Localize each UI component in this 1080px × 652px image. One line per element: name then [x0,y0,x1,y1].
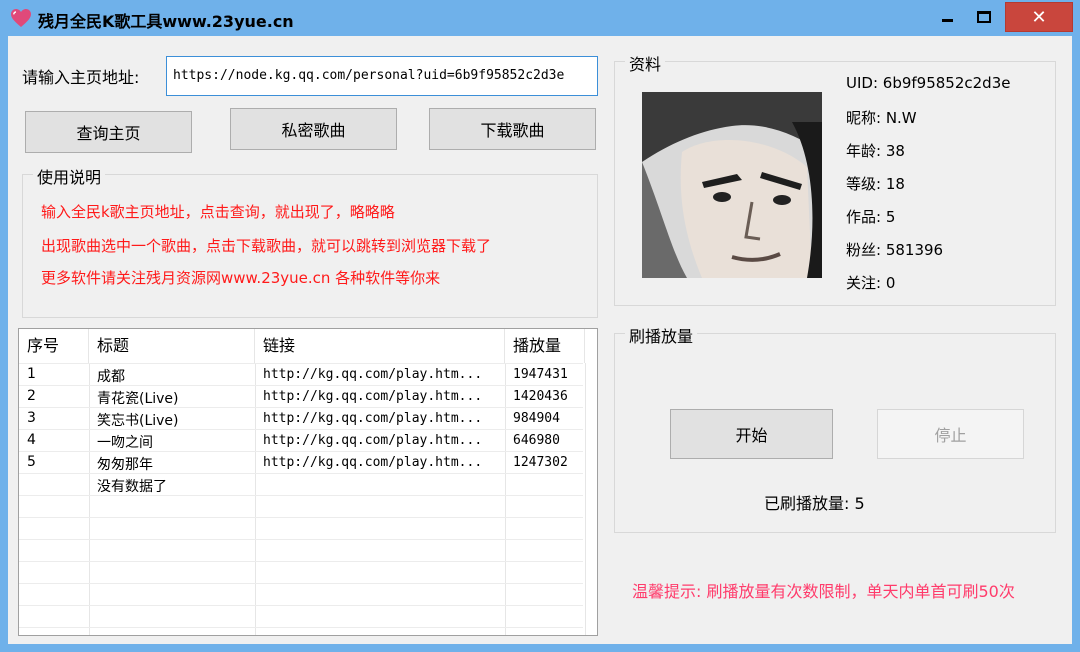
start-button[interactable]: 开始 [670,409,833,459]
row-divider [19,363,583,364]
table-cell-title[interactable]: 成都 [89,366,255,386]
table-cell-plays[interactable]: 1947431 [505,367,585,382]
download-button[interactable]: 下载歌曲 [429,108,596,150]
client-area: 请输入主页地址: https://node.kg.qq.com/personal… [8,36,1072,644]
stop-button[interactable]: 停止 [877,409,1024,459]
column-divider [585,363,586,635]
table-cell-title[interactable]: 一吻之间 [89,432,255,452]
row-divider [19,539,583,540]
row-divider [19,561,583,562]
profile-age: 年龄: 38 [846,142,905,160]
heart-icon [11,9,31,27]
row-divider [19,605,583,606]
instructions-title: 使用说明 [33,164,106,188]
profile-title: 资料 [625,51,666,75]
minimize-icon [941,18,953,22]
profile-nickname: 昵称: N.W [846,109,917,127]
table-cell-title[interactable]: 青花瓷(Live) [89,388,255,408]
url-label: 请输入主页地址: [22,68,140,87]
profile-fans: 粉丝: 581396 [846,241,944,259]
avatar [642,92,822,278]
profile-follow: 关注: 0 [846,274,896,292]
window-title: 残月全民K歌工具www.23yue.cn [38,12,294,31]
instruction-line: 输入全民k歌主页地址，点击查询，就出现了，略略略 [41,203,395,221]
boost-count: 已刷播放量: 5 [764,494,865,513]
table-cell-index[interactable]: 3 [19,410,89,426]
maximize-button[interactable] [966,2,1002,32]
table-cell-title[interactable]: 笑忘书(Live) [89,410,255,430]
row-divider [19,627,583,628]
table-cell-link[interactable]: http://kg.qq.com/play.htm... [255,433,505,448]
table-cell-index[interactable]: 2 [19,388,89,404]
table-cell-title[interactable]: 匆匆那年 [89,454,255,474]
table-cell-plays[interactable]: 1247302 [505,455,585,470]
query-button[interactable]: 查询主页 [25,111,192,153]
table-cell-plays[interactable]: 646980 [505,433,585,448]
instruction-line: 更多软件请关注残月资源网www.23yue.cn 各种软件等你来 [41,269,441,287]
song-table[interactable]: 序号 标题 链接 播放量 1 成都 http://kg.qq.com/play.… [18,328,598,636]
instruction-line: 出现歌曲选中一个歌曲，点击下载歌曲，就可以跳转到浏览器下载了 [41,237,492,255]
profile-uid: UID: 6b9f95852c2d3e [846,74,1011,92]
close-icon: ✕ [1031,6,1047,28]
url-input[interactable]: https://node.kg.qq.com/personal?uid=6b9f… [166,56,598,96]
avatar-photo [642,92,822,278]
column-header-plays[interactable]: 播放量 [505,329,585,363]
column-header-index[interactable]: 序号 [19,329,89,363]
table-cell-link[interactable]: http://kg.qq.com/play.htm... [255,411,505,426]
minimize-button[interactable] [930,2,964,32]
app-window: 残月全民K歌工具www.23yue.cn ✕ 请输入主页地址: https://… [0,0,1080,652]
maximize-icon [977,11,991,23]
row-divider [19,517,583,518]
table-cell-link[interactable]: http://kg.qq.com/play.htm... [255,367,505,382]
column-header-title[interactable]: 标题 [89,329,255,363]
column-header-link[interactable]: 链接 [255,329,505,363]
profile-works: 作品: 5 [846,208,896,226]
boost-title: 刷播放量 [625,323,698,347]
table-cell-index[interactable]: 4 [19,432,89,448]
table-cell-plays[interactable]: 984904 [505,411,585,426]
row-divider [19,583,583,584]
table-cell-link[interactable]: http://kg.qq.com/play.htm... [255,389,505,404]
tip-text: 温馨提示: 刷播放量有次数限制，单天内单首可刷50次 [632,582,1015,601]
instructions-group: 使用说明 输入全民k歌主页地址，点击查询，就出现了，略略略 出现歌曲选中一个歌曲… [22,164,598,318]
private-songs-button[interactable]: 私密歌曲 [230,108,397,150]
close-button[interactable]: ✕ [1005,2,1073,32]
title-bar[interactable]: 残月全民K歌工具www.23yue.cn ✕ [0,0,1080,36]
table-cell-index[interactable]: 5 [19,454,89,470]
table-cell-link[interactable]: http://kg.qq.com/play.htm... [255,455,505,470]
table-cell-title[interactable]: 没有数据了 [89,476,255,496]
table-cell-plays[interactable]: 1420436 [505,389,585,404]
profile-level: 等级: 18 [846,175,905,193]
table-cell-index[interactable]: 1 [19,366,89,382]
